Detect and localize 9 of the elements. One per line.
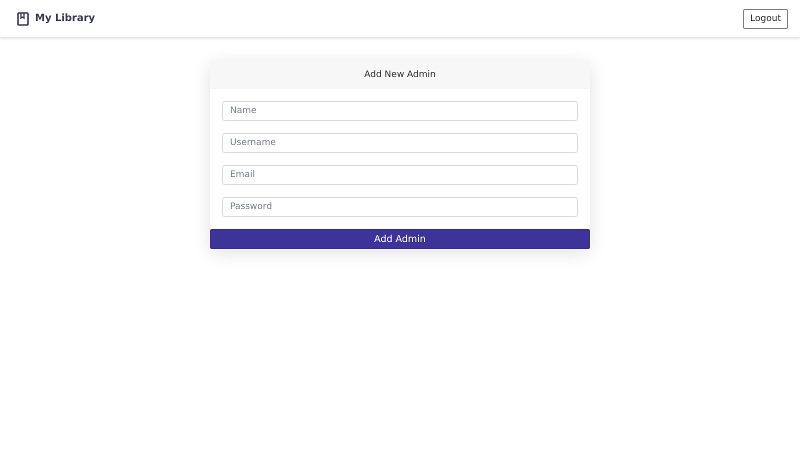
- form-title: Add New Admin: [364, 70, 436, 80]
- input-field[interactable]: Name: [222, 101, 578, 121]
- input-field[interactable]: Username: [222, 133, 578, 153]
- logout-button[interactable]: Logout: [743, 8, 788, 28]
- submit-button[interactable]: Add Admin: [210, 229, 590, 249]
- input-field[interactable]: Password: [222, 197, 578, 217]
- book-icon: [17, 12, 29, 26]
- brand-name[interactable]: My Library: [35, 13, 96, 24]
- input-field[interactable]: Email: [222, 165, 578, 185]
